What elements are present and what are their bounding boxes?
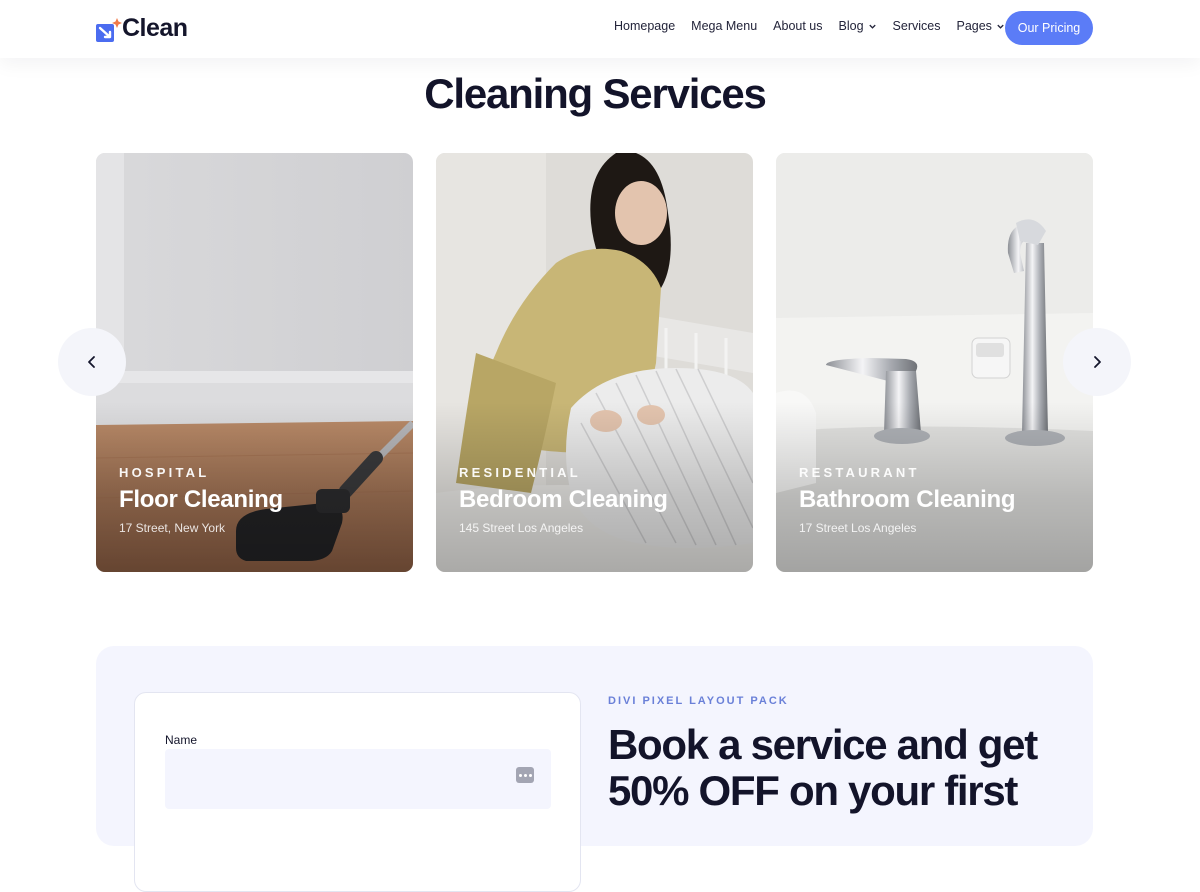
eyebrow-text: DIVI PIXEL LAYOUT PACK	[608, 695, 789, 707]
nav-label: Blog	[838, 19, 864, 33]
nav-label: Mega Menu	[691, 19, 758, 33]
nav-mega-menu[interactable]: Mega Menu	[691, 19, 757, 33]
card-category: RESTAURANT	[799, 465, 920, 480]
nav-pages[interactable]: Pages	[956, 19, 1004, 33]
card-address: 145 Street Los Angeles	[459, 521, 584, 535]
section-title: Cleaning Services	[424, 70, 767, 117]
card-title: Floor Cleaning	[119, 486, 283, 513]
chevron-left-icon	[88, 356, 95, 368]
brand-name: Clean	[122, 14, 188, 42]
nav-homepage[interactable]: Homepage	[614, 19, 675, 33]
our-pricing-button[interactable]: Our Pricing	[1005, 11, 1093, 45]
card-category: HOSPITAL	[119, 465, 210, 480]
carousel-prev-button[interactable]	[58, 328, 126, 396]
card-address: 17 Street Los Angeles	[799, 521, 917, 535]
carousel-next-button[interactable]	[1063, 328, 1131, 396]
logo-icon	[96, 17, 122, 42]
main-nav: Homepage Mega Menu About us Blog Service…	[614, 19, 1021, 33]
site-header: Clean Homepage Mega Menu About us Blog S…	[0, 0, 1200, 58]
card-category: RESIDENTIAL	[459, 465, 581, 480]
nav-label: Homepage	[614, 19, 676, 33]
booking-section: Name DIVI PIXEL LAYOUT PACK Book a servi…	[96, 646, 1093, 892]
chevron-down-icon	[868, 24, 876, 29]
more-dots-icon[interactable]	[516, 767, 534, 783]
nav-label: Pages	[956, 19, 992, 33]
service-card-bathroom[interactable]: RESTAURANT Bathroom Cleaning 17 Street L…	[776, 153, 1093, 572]
nav-services[interactable]: Services	[893, 19, 941, 33]
nav-blog[interactable]: Blog	[839, 19, 877, 33]
service-card-bedroom[interactable]: RESIDENTIAL Bedroom Cleaning 145 Street …	[436, 153, 753, 572]
promo-heading: Book a service and get 50% OFF on your f…	[608, 721, 1038, 814]
nav-label: About us	[773, 19, 823, 33]
nav-about-us[interactable]: About us	[773, 19, 822, 33]
name-input[interactable]	[165, 749, 551, 809]
card-title: Bathroom Cleaning	[799, 486, 1016, 513]
nav-label: Services	[892, 19, 941, 33]
card-title: Bedroom Cleaning	[459, 486, 668, 513]
chevron-right-icon	[1094, 356, 1101, 368]
card-address: 17 Street, New York	[119, 521, 226, 535]
service-card-floor[interactable]: HOSPITAL Floor Cleaning 17 Street, New Y…	[96, 153, 413, 572]
chevron-down-icon	[997, 24, 1004, 29]
booking-form: Name	[134, 692, 581, 892]
name-label: Name	[165, 733, 198, 747]
logo[interactable]: Clean	[96, 14, 188, 43]
